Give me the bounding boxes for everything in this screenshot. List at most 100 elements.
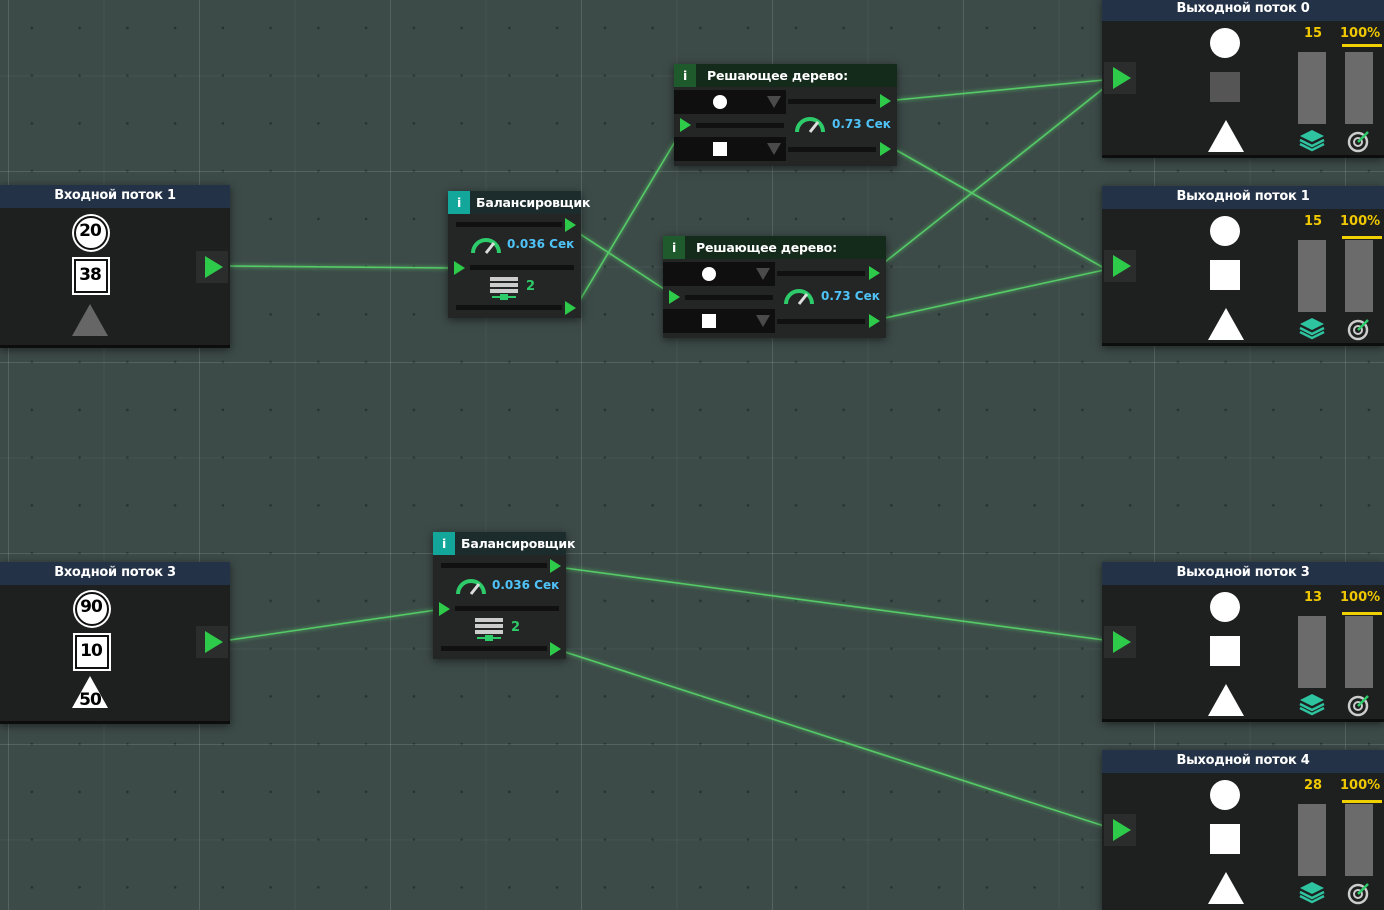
layers-icon (1299, 130, 1325, 152)
badge-value: 50 (79, 690, 102, 710)
percent-label: 100% (1340, 26, 1381, 41)
output-stream-4[interactable]: Выходной поток 4 28 100% (1102, 750, 1384, 910)
output-stream-3[interactable]: Выходной поток 3 13 100% (1102, 562, 1384, 722)
count-bar (1298, 616, 1326, 688)
in-port-icon[interactable] (454, 261, 465, 275)
count-bar (1298, 240, 1326, 312)
output-title: Выходной поток 4 (1102, 750, 1384, 773)
slot-line (685, 295, 773, 300)
percent-label: 100% (1340, 778, 1381, 793)
divider (1102, 719, 1384, 722)
play-port-icon (1113, 255, 1131, 277)
input-port[interactable] (1104, 250, 1136, 282)
slot-line (456, 305, 562, 310)
percent-label: 100% (1340, 214, 1381, 229)
slot-line (777, 271, 865, 276)
in-port-icon[interactable] (680, 118, 691, 132)
out-port-icon[interactable] (565, 218, 576, 232)
condition-select-circle[interactable] (663, 262, 775, 286)
count-bar (1298, 804, 1326, 876)
out-port-icon[interactable] (550, 559, 561, 573)
input-port[interactable] (1104, 626, 1136, 658)
input-stream-3[interactable]: Входной поток 3 90 10 50 (0, 562, 230, 724)
input-port[interactable] (1104, 62, 1136, 94)
output-stream-0[interactable]: Выходной поток 0 15 100% (1102, 0, 1384, 158)
badge-value: 90 (80, 597, 103, 617)
tree-header: i Решающее дерево: форма (663, 236, 886, 278)
circle-icon (1210, 780, 1240, 810)
layers-icon (1299, 318, 1325, 340)
output-port[interactable] (196, 626, 228, 658)
output-title: Выходной поток 1 (1102, 186, 1384, 209)
chevron-down-icon (767, 96, 781, 108)
condition-select-square[interactable] (674, 137, 786, 161)
triangle-icon (1208, 308, 1244, 340)
circle-icon (1210, 28, 1240, 58)
out-port-icon[interactable] (869, 314, 880, 328)
wire (564, 567, 1105, 641)
chevron-down-icon (756, 268, 770, 280)
speed-label: 0.036 Сек (492, 578, 560, 592)
speedometer-icon (784, 289, 814, 305)
slot-line (455, 606, 559, 611)
balancer-node-1[interactable]: i Балансировщик 0.036 Сек 2 (448, 191, 590, 318)
chevron-down-icon (767, 143, 781, 155)
stack-icon (475, 618, 503, 641)
info-button[interactable]: i (663, 236, 685, 259)
output-title: Выходной поток 0 (1102, 0, 1384, 21)
input-stream-1[interactable]: Входной поток 1 20 38 (0, 185, 230, 348)
slot-line (470, 265, 574, 270)
percent-label: 100% (1340, 590, 1381, 605)
out-port-icon[interactable] (880, 94, 891, 108)
percent-bar (1345, 804, 1373, 876)
badge-value: 20 (79, 221, 102, 241)
info-button[interactable]: i (433, 532, 455, 555)
out-port-icon[interactable] (550, 642, 561, 656)
out-port-icon[interactable] (565, 301, 576, 315)
slot-line (696, 123, 784, 128)
output-title: Выходной поток 3 (1102, 562, 1384, 585)
count-label: 15 (1304, 26, 1323, 41)
count-label: 2 (511, 620, 521, 635)
wire (884, 269, 1105, 319)
in-port-icon[interactable] (439, 602, 450, 616)
output-port[interactable] (196, 251, 228, 283)
count-label: 2 (526, 279, 536, 294)
count-bar (1298, 52, 1326, 124)
square-icon (1210, 824, 1240, 854)
decision-tree-node-1[interactable]: i Решающее дерево: форма 0.73 Сек (674, 64, 897, 166)
output-stream-1[interactable]: Выходной поток 1 15 100% (1102, 186, 1384, 346)
target-icon (1347, 319, 1369, 341)
speed-label: 0.036 Сек (507, 237, 575, 251)
count-label: 15 (1304, 214, 1323, 229)
input-port[interactable] (1104, 814, 1136, 846)
percent-bar (1345, 52, 1373, 124)
divider (1102, 343, 1384, 346)
slot-line (441, 563, 547, 568)
square-icon (713, 142, 727, 156)
speed-label: 0.73 Сек (832, 117, 891, 131)
decision-tree-node-2[interactable]: i Решающее дерево: форма 0.73 Сек (663, 236, 886, 338)
condition-select-square[interactable] (663, 309, 775, 333)
wire (895, 79, 1105, 101)
out-port-icon[interactable] (880, 142, 891, 156)
square-icon (1210, 636, 1240, 666)
slot-line (788, 147, 876, 152)
out-port-icon[interactable] (869, 266, 880, 280)
slot-line (456, 222, 562, 227)
info-button[interactable]: i (448, 191, 470, 214)
divider (0, 721, 230, 724)
in-port-icon[interactable] (669, 290, 680, 304)
stack-icon (490, 277, 518, 300)
input-title: Входной поток 1 (0, 185, 230, 208)
info-button[interactable]: i (674, 64, 696, 87)
square-icon (1210, 72, 1240, 102)
wire (229, 265, 451, 269)
layers-icon (1299, 882, 1325, 904)
balancer-node-2[interactable]: i Балансировщик 0.036 Сек 2 (433, 532, 575, 659)
progress-indicator (1342, 44, 1382, 47)
wire (895, 149, 1105, 269)
condition-select-circle[interactable] (674, 90, 786, 114)
triangle-icon (1208, 872, 1244, 904)
speed-label: 0.73 Сек (821, 289, 880, 303)
